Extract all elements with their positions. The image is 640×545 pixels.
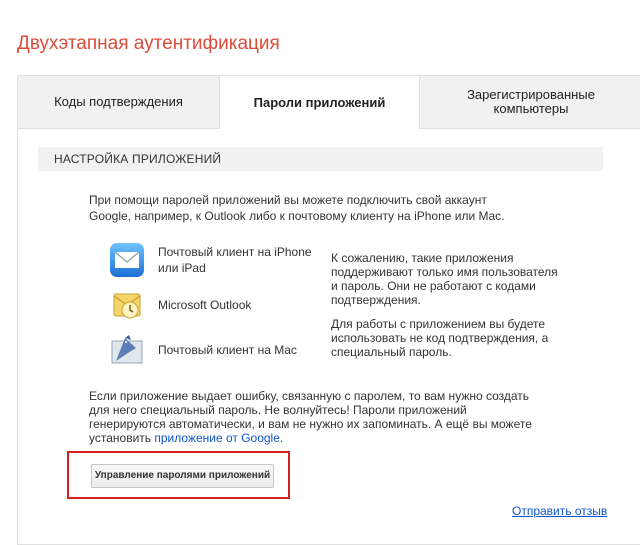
mac-mail-icon [111, 335, 143, 364]
tab-app-passwords[interactable]: Пароли приложений [219, 76, 420, 129]
section-header: НАСТРОЙКА ПРИЛОЖЕНИЙ [38, 147, 603, 171]
client-label: Microsoft Outlook [158, 298, 252, 312]
client-outlook: Microsoft Outlook [108, 286, 333, 324]
page-title: Двухэтапная аутентификация [17, 33, 280, 54]
client-ios-mail: Почтовый клиент на iPhone или iPad [108, 241, 333, 279]
intro-text: При помощи паролей приложений вы можете … [89, 193, 505, 223]
warning-text: Если приложение выдает ошибку, связанную… [89, 389, 539, 445]
tab-registered-computers[interactable]: Зарегистрированные компьютеры [420, 76, 640, 129]
warning-end: . [279, 431, 284, 445]
note-text: Для работы с приложением вы будете испол… [331, 317, 549, 359]
client-label: Почтовый клиент на iPhone или iPad [158, 245, 312, 275]
ios-mail-icon [110, 243, 144, 277]
send-feedback-link[interactable]: Отправить отзыв [512, 504, 607, 518]
outlook-icon [113, 293, 141, 319]
tab-bar: Коды подтверждения Пароли приложений Зар… [18, 76, 640, 129]
settings-panel: Коды подтверждения Пароли приложений Зар… [17, 75, 640, 545]
manage-app-passwords-button[interactable]: Управление паролями приложений [91, 464, 274, 488]
client-label: Почтовый клиент на Mac [158, 343, 297, 357]
client-mac-mail: Почтовый клиент на Mac [108, 331, 333, 369]
tab-verification-codes[interactable]: Коды подтверждения [18, 76, 219, 129]
note-text: К сожалению, такие приложения поддержива… [331, 251, 558, 307]
google-app-link[interactable]: приложение от Google [154, 431, 280, 445]
notes: К сожалению, такие приложения поддержива… [331, 251, 561, 369]
